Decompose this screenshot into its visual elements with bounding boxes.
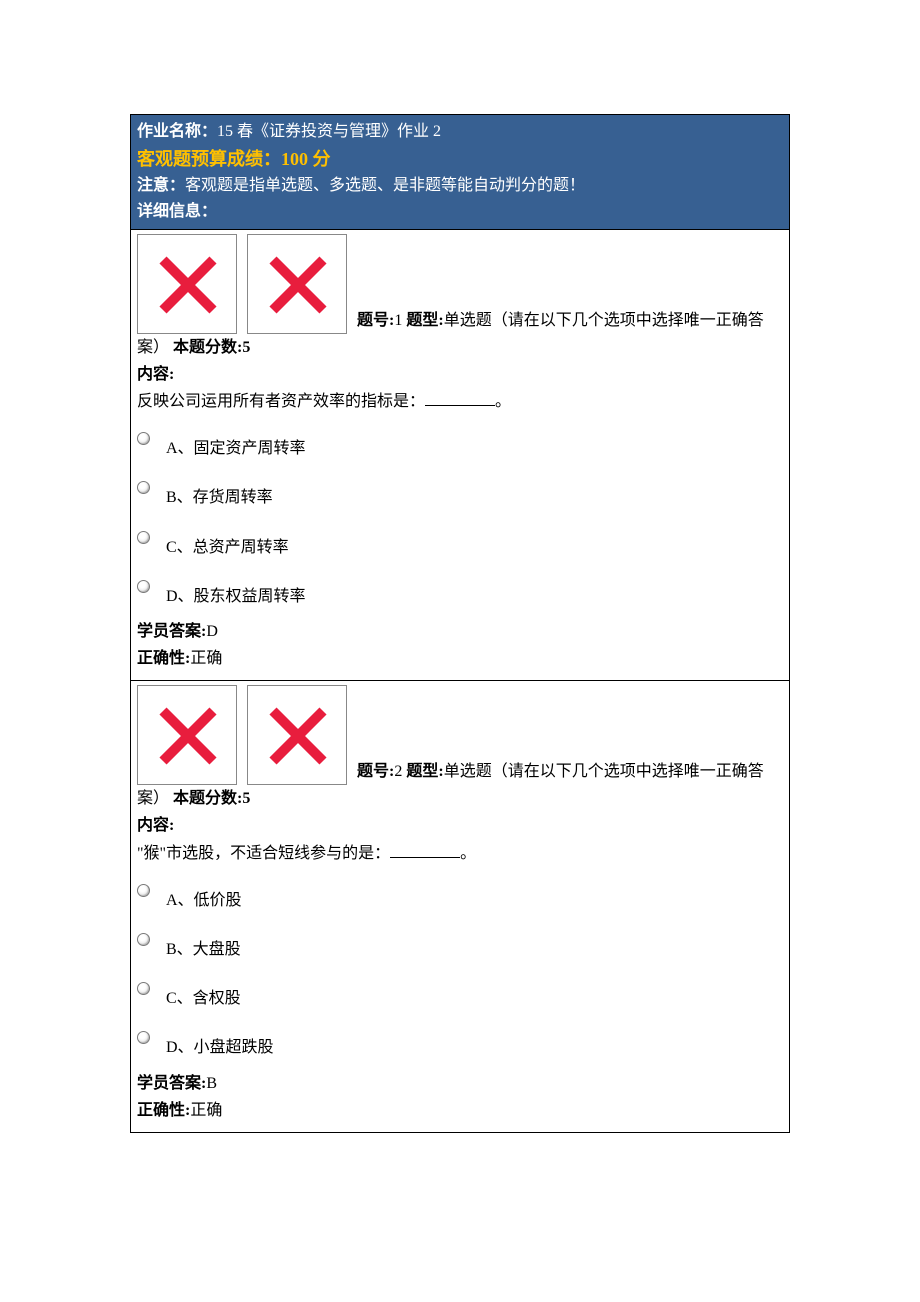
question-content: 反映公司运用所有者资产效率的指标是： 。 [137,388,783,415]
document-header: 作业名称：15 春《证券投资与管理》作业 2 客观题预算成绩：100 分 注意：… [131,115,789,230]
question-score-value: 5 [242,339,250,356]
content-text-after: 。 [460,845,476,862]
question-no-label: 题号: [357,311,394,328]
placeholder-image-icon [247,234,347,334]
image-row [137,311,357,328]
correctness-value: 正确 [190,650,222,667]
question-score-value: 5 [242,790,250,807]
option-row[interactable]: B、存货周转率 [137,470,783,519]
correctness-line: 正确性:正确 [137,1097,783,1124]
option-row[interactable]: A、低价股 [137,873,783,922]
option-text: B、存货周转率 [166,478,273,511]
content-label: 内容: [137,812,783,839]
question-content: "猴"市选股，不适合短线参与的是： 。 [137,840,783,867]
student-answer-value: B [206,1075,217,1092]
content-text-after: 。 [495,393,511,410]
placeholder-image-icon [137,685,237,785]
detail-line: 详细信息： [137,199,783,225]
question-type-label: 题型: [406,763,443,780]
content-text-before: "猴"市选股，不适合短线参与的是： [137,845,390,862]
question-block: 题号:1 题型:单选题（请在以下几个选项中选择唯一正确答案） 本题分数:5 内容… [131,230,789,682]
option-row[interactable]: A、固定资产周转率 [137,421,783,470]
radio-icon[interactable] [137,432,150,445]
option-row[interactable]: B、大盘股 [137,922,783,971]
assignment-title-value: 15 春《证券投资与管理》作业 2 [217,123,441,140]
option-text: A、低价股 [166,881,242,914]
content-text-before: 反映公司运用所有者资产效率的指标是： [137,393,425,410]
placeholder-image-icon [137,234,237,334]
content-label: 内容: [137,361,783,388]
radio-icon[interactable] [137,531,150,544]
option-text: D、小盘超跌股 [166,1028,274,1061]
radio-icon[interactable] [137,580,150,593]
question-no-label: 题号: [357,763,394,780]
radio-icon[interactable] [137,884,150,897]
correctness-label: 正确性: [137,1102,190,1119]
options-list: A、低价股 B、大盘股 C、含权股 D、小盘超跌股 [137,873,783,1070]
question-score-label: 本题分数: [173,339,242,356]
blank-field [425,390,495,406]
assignment-title-line: 作业名称：15 春《证券投资与管理》作业 2 [137,119,783,145]
option-text: D、股东权益周转率 [166,577,306,610]
radio-icon[interactable] [137,933,150,946]
correctness-label: 正确性: [137,650,190,667]
option-row[interactable]: C、总资产周转率 [137,520,783,569]
option-row[interactable]: C、含权股 [137,971,783,1020]
student-answer-label: 学员答案: [137,623,206,640]
option-text: C、含权股 [166,979,241,1012]
correctness-line: 正确性:正确 [137,645,783,672]
option-row[interactable]: D、小盘超跌股 [137,1020,783,1069]
assignment-title-label: 作业名称： [137,123,217,140]
radio-icon[interactable] [137,481,150,494]
score-line: 客观题预算成绩：100 分 [137,145,783,174]
image-row [137,763,357,780]
student-answer-line: 学员答案:D [137,618,783,645]
score-label: 客观题预算成绩： [137,149,281,169]
score-value: 100 分 [281,149,331,169]
placeholder-image-icon [247,685,347,785]
student-answer-value: D [206,623,218,640]
question-no-value: 2 [394,763,402,780]
detail-label: 详细信息： [137,203,217,220]
student-answer-label: 学员答案: [137,1075,206,1092]
note-text: 客观题是指单选题、多选题、是非题等能自动判分的题！ [185,177,585,194]
correctness-value: 正确 [190,1102,222,1119]
radio-icon[interactable] [137,982,150,995]
question-type-label: 题型: [406,311,443,328]
option-row[interactable]: D、股东权益周转率 [137,569,783,618]
question-score-label: 本题分数: [173,790,242,807]
document-page: 作业名称：15 春《证券投资与管理》作业 2 客观题预算成绩：100 分 注意：… [130,114,790,1133]
option-text: C、总资产周转率 [166,528,289,561]
options-list: A、固定资产周转率 B、存货周转率 C、总资产周转率 D、股东权益周转率 [137,421,783,618]
blank-field [390,842,460,858]
student-answer-line: 学员答案:B [137,1070,783,1097]
option-text: B、大盘股 [166,930,241,963]
radio-icon[interactable] [137,1031,150,1044]
question-no-value: 1 [394,311,402,328]
question-block: 题号:2 题型:单选题（请在以下几个选项中选择唯一正确答案） 本题分数:5 内容… [131,681,789,1132]
note-line: 注意：客观题是指单选题、多选题、是非题等能自动判分的题！ [137,173,783,199]
note-label: 注意： [137,177,185,194]
option-text: A、固定资产周转率 [166,429,306,462]
